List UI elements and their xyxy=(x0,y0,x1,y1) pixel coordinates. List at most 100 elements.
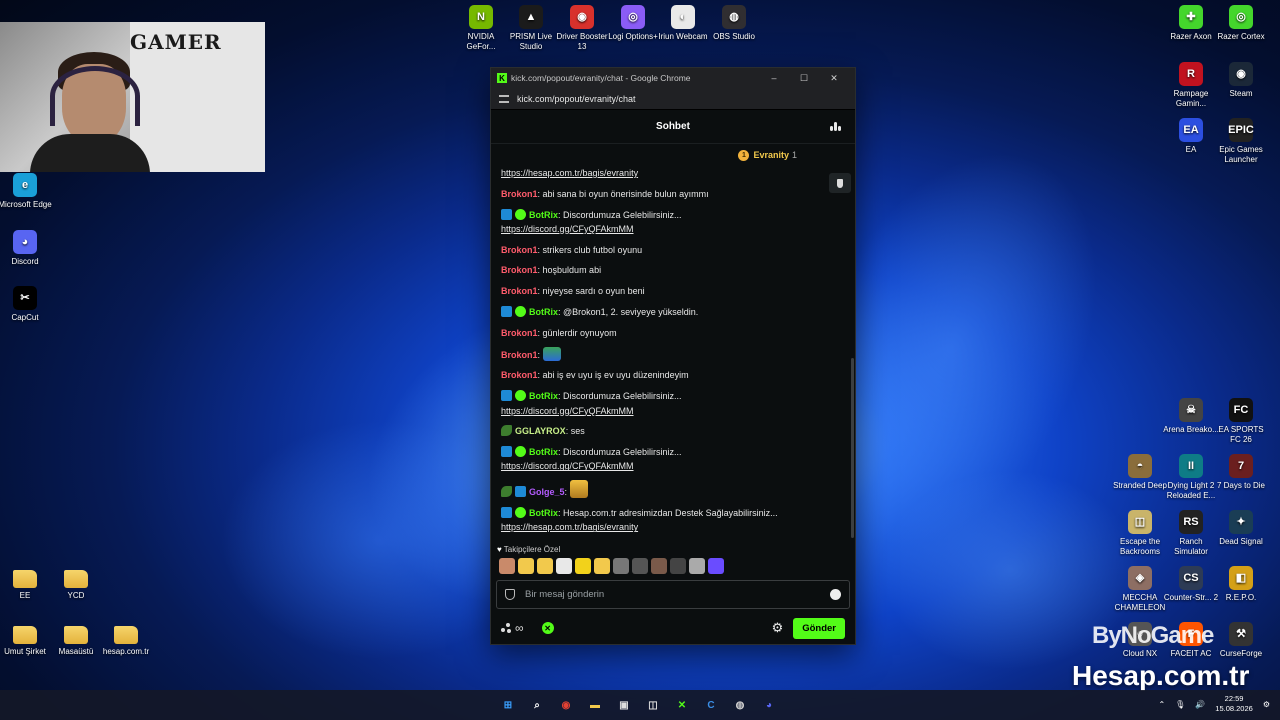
chat-link[interactable]: https://hesap.com.tr/bagis/evranity xyxy=(501,522,638,532)
chat-username[interactable]: Brokon1 xyxy=(501,286,538,296)
gifter-count: 1 xyxy=(791,150,797,160)
desktop-shortcut[interactable]: RS Ranch Simulator xyxy=(1163,510,1219,557)
desktop-shortcut[interactable]: ✚ Razer Axon xyxy=(1163,5,1219,42)
desktop-shortcut[interactable]: ☠ Arena Breako... xyxy=(1163,398,1219,435)
desktop-shortcut[interactable]: ◉ Steam xyxy=(1213,62,1269,99)
emote-icon[interactable] xyxy=(537,558,553,574)
desktop-shortcut[interactable]: ◫ Escape the Backrooms xyxy=(1112,510,1168,557)
clock[interactable]: 22:59 15.08.2026 xyxy=(1215,694,1253,714)
close-button[interactable]: ✕ xyxy=(819,73,849,84)
emote-icon[interactable] xyxy=(556,558,572,574)
desktop-shortcut[interactable]: ◈ MECCHA CHAMELEON xyxy=(1112,566,1168,613)
folder-icon xyxy=(13,570,37,588)
desktop-shortcut[interactable]: 7 7 Days to Die xyxy=(1213,454,1269,491)
emote-icon[interactable] xyxy=(594,558,610,574)
url-text[interactable]: kick.com/popout/evranity/chat xyxy=(517,94,636,104)
chat-scrollbar[interactable] xyxy=(851,358,854,538)
desktop-shortcut[interactable]: ✂ CapCut xyxy=(0,286,53,323)
chat-username[interactable]: Brokon1 xyxy=(501,245,538,255)
chat-username[interactable]: BotRix xyxy=(529,307,558,317)
desktop-icon-label: Dying Light 2 Reloaded E... xyxy=(1166,481,1216,500)
points-icon[interactable] xyxy=(501,623,511,633)
chat-link[interactable]: https://discord.gg/CFyQFAkmMM xyxy=(501,406,634,416)
desktop-shortcut[interactable]: ◎ Razer Cortex xyxy=(1213,5,1269,42)
desktop-shortcut[interactable]: EPIC Epic Games Launcher xyxy=(1213,118,1269,165)
desktop-shortcut[interactable]: ✦ Dead Signal xyxy=(1213,510,1269,547)
desktop-folder[interactable]: YCD xyxy=(48,566,104,601)
emote-icon[interactable] xyxy=(651,558,667,574)
top-gifter-bar[interactable]: 1 Evranity 1 xyxy=(491,144,855,166)
users-icon[interactable] xyxy=(830,122,841,131)
taskbar-app-icon[interactable]: ▬ xyxy=(585,695,605,715)
gifter-name[interactable]: Evranity xyxy=(753,150,789,160)
desktop-shortcut[interactable]: ◕ Discord xyxy=(0,230,53,267)
emote-icon[interactable] xyxy=(689,558,705,574)
taskbar-app-icon[interactable]: C xyxy=(701,695,721,715)
emote-icon[interactable] xyxy=(499,558,515,574)
desktop-shortcut[interactable]: ◐ Iriun Webcam xyxy=(655,5,711,42)
gear-icon[interactable]: ⚙ xyxy=(772,620,784,636)
emoji-picker-icon[interactable] xyxy=(830,589,841,600)
taskbar-app-icon[interactable]: ◕ xyxy=(759,695,779,715)
chevron-up-icon[interactable]: ⌃ xyxy=(1158,700,1165,709)
desktop-shortcut[interactable]: ◉ Driver Booster 13 xyxy=(554,5,610,52)
kick-badge-icon[interactable]: ✕ xyxy=(541,622,554,634)
desktop-shortcut[interactable]: e Microsoft Edge xyxy=(0,173,53,210)
emote-icon[interactable] xyxy=(518,558,534,574)
taskbar-app-icon[interactable]: ⌕ xyxy=(527,695,547,715)
chat-username[interactable]: BotRix xyxy=(529,447,558,457)
chat-input-box[interactable] xyxy=(496,580,850,609)
desktop-shortcut[interactable]: N NVIDIA GeFor... xyxy=(453,5,509,52)
speaker-icon[interactable]: 🔊 xyxy=(1195,700,1205,709)
taskbar-app-icon[interactable]: ⊞ xyxy=(498,695,518,715)
taskbar-app-icon[interactable]: ◉ xyxy=(556,695,576,715)
desktop-shortcut[interactable]: EA EA xyxy=(1163,118,1219,155)
desktop-folder[interactable]: hesap.com.tr xyxy=(98,622,154,657)
emote-icon[interactable] xyxy=(613,558,629,574)
taskbar-app-icon[interactable]: ◫ xyxy=(643,695,663,715)
desktop-folder[interactable]: EE xyxy=(0,566,53,601)
taskbar-app-icon[interactable]: ✕ xyxy=(672,695,692,715)
emote-icon[interactable] xyxy=(670,558,686,574)
taskbar-app-icon[interactable]: ▣ xyxy=(614,695,634,715)
window-titlebar[interactable]: K kick.com/popout/evranity/chat - Google… xyxy=(491,68,855,88)
emote-icon[interactable] xyxy=(632,558,648,574)
desktop-shortcut[interactable]: ▲ PRISM Live Studio xyxy=(503,5,559,52)
desktop-shortcut[interactable]: ◎ Logi Options+ xyxy=(605,5,661,42)
chat-username[interactable]: Brokon1 xyxy=(501,328,538,338)
desktop-shortcut[interactable]: ◧ R.E.P.O. xyxy=(1213,566,1269,603)
desktop-folder[interactable]: Umut Şirket xyxy=(0,622,53,657)
chat-username[interactable]: Brokon1 xyxy=(501,189,538,199)
chat-username[interactable]: GGLAYROX xyxy=(515,426,566,436)
emote-icon[interactable] xyxy=(575,558,591,574)
chat-username[interactable]: BotRix xyxy=(529,508,558,518)
maximize-button[interactable]: ☐ xyxy=(789,73,819,84)
chat-username[interactable]: Golge_5 xyxy=(529,487,565,497)
address-bar[interactable]: kick.com/popout/evranity/chat xyxy=(491,88,855,110)
desktop-shortcut[interactable]: ◍ OBS Studio xyxy=(706,5,762,42)
chat-username[interactable]: Brokon1 xyxy=(501,265,538,275)
chat-username[interactable]: BotRix xyxy=(529,391,558,401)
microphone-icon[interactable]: 🎙 xyxy=(1175,700,1185,709)
desktop-shortcut[interactable]: II Dying Light 2 Reloaded E... xyxy=(1163,454,1219,501)
send-button[interactable]: Gönder xyxy=(793,617,845,639)
chat-username[interactable]: Brokon1 xyxy=(501,350,538,360)
chat-message-input[interactable] xyxy=(525,589,830,600)
emote-icon[interactable] xyxy=(708,558,724,574)
chat-link[interactable]: https://discord.gg/CFyQFAkmMM xyxy=(501,224,634,234)
desktop-shortcut[interactable]: R Rampage Gamin... xyxy=(1163,62,1219,109)
chat-username[interactable]: Brokon1 xyxy=(501,370,538,380)
desktop-shortcut[interactable]: ⚒ CurseForge xyxy=(1213,622,1269,659)
notification-icon[interactable]: ⚙ xyxy=(1263,700,1270,709)
minimize-button[interactable]: – xyxy=(759,73,789,83)
chat-link[interactable]: https://discord.gg/CFyQFAkmMM xyxy=(501,461,634,471)
taskbar-app-icon[interactable]: ◍ xyxy=(730,695,750,715)
desktop-shortcut[interactable]: CS Counter-Str... 2 xyxy=(1163,566,1219,603)
desktop-folder[interactable]: Masaüstü xyxy=(48,622,104,657)
chat-username[interactable]: BotRix xyxy=(529,210,558,220)
chat-link[interactable]: https://hesap.com.tr/bagis/evranity xyxy=(501,168,638,178)
desktop-shortcut[interactable]: ◓ Stranded Deep xyxy=(1112,454,1168,491)
site-settings-icon[interactable] xyxy=(499,94,509,103)
infinity-icon[interactable]: ∞ xyxy=(515,621,524,635)
desktop-shortcut[interactable]: FC EA SPORTS FC 26 xyxy=(1213,398,1269,445)
